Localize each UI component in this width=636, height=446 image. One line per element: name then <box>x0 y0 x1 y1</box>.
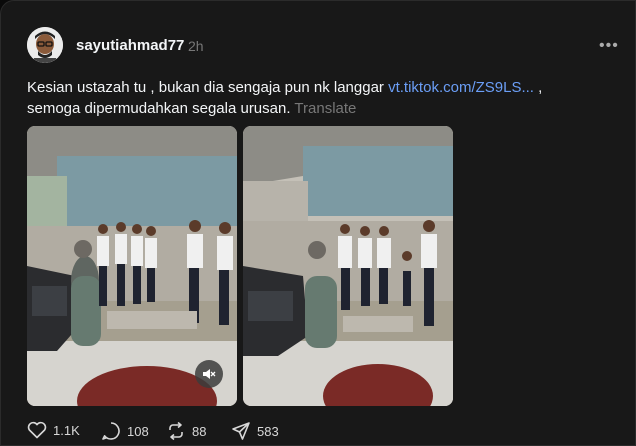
comment-button[interactable]: 108 <box>101 421 149 441</box>
post-link[interactable]: vt.tiktok.com/ZS9LS... <box>388 79 534 96</box>
translate-link[interactable]: Translate <box>294 100 356 117</box>
comment-icon <box>102 422 120 440</box>
mute-icon[interactable] <box>195 360 223 388</box>
send-icon <box>232 422 250 440</box>
comment-count: 108 <box>127 423 149 439</box>
repost-count: 88 <box>192 423 207 439</box>
post-time[interactable]: 2h <box>188 38 204 54</box>
author-name[interactable]: sayutiahmad77 <box>76 37 184 54</box>
like-count: 1.1K <box>53 422 80 438</box>
video-thumbnail[interactable] <box>243 126 453 406</box>
repost-button[interactable]: 88 <box>166 421 206 441</box>
heart-icon <box>27 421 47 439</box>
avatar-image <box>27 27 63 63</box>
video-frame <box>243 126 453 406</box>
post-text: Kesian ustazah tu , bukan dia sengaja pu… <box>27 77 597 119</box>
share-button[interactable]: 583 <box>231 421 279 441</box>
mute-glyph <box>203 369 216 379</box>
repost-icon <box>169 421 183 441</box>
post-card: sayutiahmad77 2h ••• Kesian ustazah tu ,… <box>0 0 636 446</box>
share-count: 583 <box>257 423 279 439</box>
avatar[interactable] <box>27 27 63 63</box>
post-text-start: Kesian ustazah tu , bukan dia sengaja pu… <box>27 79 389 96</box>
video-thumbnail[interactable] <box>27 126 237 406</box>
like-button[interactable]: 1.1K <box>27 421 80 439</box>
more-icon[interactable]: ••• <box>599 37 619 55</box>
